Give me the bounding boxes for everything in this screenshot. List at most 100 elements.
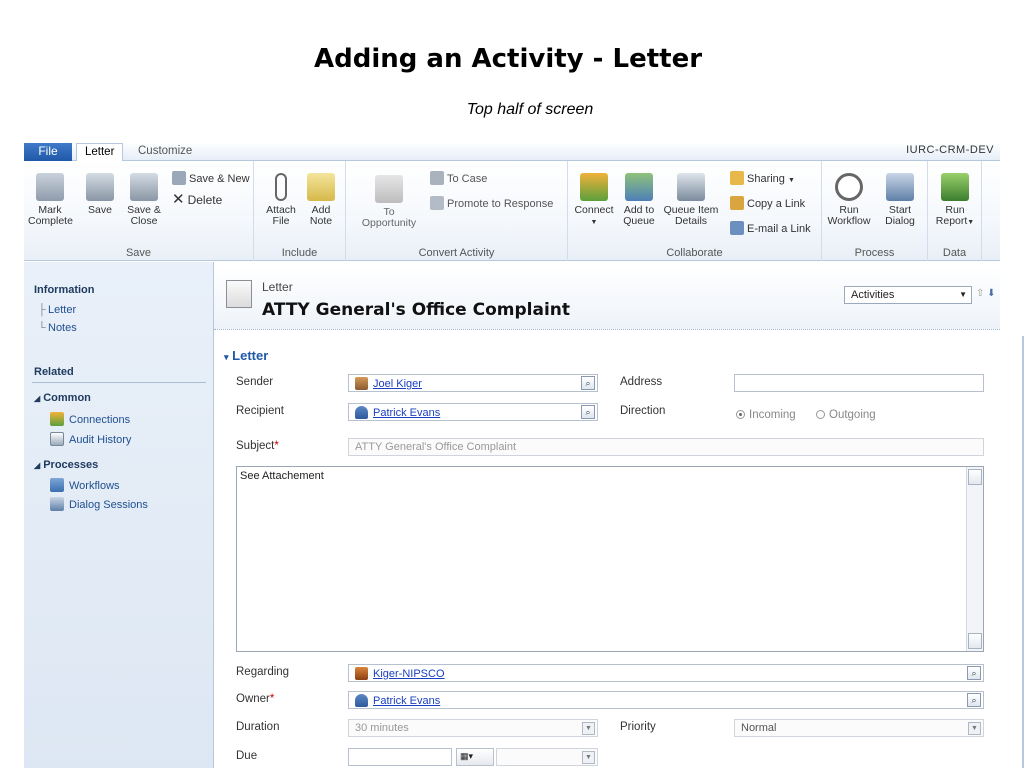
paperclip-icon <box>275 173 287 201</box>
record-nav-arrows[interactable]: ⇧ ⬇ <box>976 288 996 299</box>
scrollbar[interactable] <box>966 467 983 651</box>
required-asterisk: * <box>274 440 279 452</box>
case-icon <box>430 171 444 185</box>
description-textarea[interactable]: See Attachement <box>236 466 984 652</box>
sender-field[interactable]: Joel Kiger ⌕ <box>348 374 598 392</box>
org-name: IURC-CRM-DEV <box>906 144 994 156</box>
save-new-button[interactable]: Save & New <box>172 171 250 186</box>
copy-link-icon <box>730 196 744 210</box>
email-link-button[interactable]: E-mail a Link <box>730 221 811 236</box>
owner-label: Owner* <box>236 693 275 705</box>
workflows-icon <box>50 478 64 492</box>
nav-processes-heading[interactable]: ◢ Processes <box>34 459 98 471</box>
address-input[interactable] <box>734 374 984 392</box>
tab-customize[interactable]: Customize <box>130 143 200 161</box>
entity-type-label: Letter <box>262 280 293 294</box>
lookup-icon[interactable]: ⌕ <box>581 405 595 419</box>
record-title: ATTY General's Office Complaint <box>262 300 571 320</box>
add-note-icon <box>307 173 335 201</box>
run-workflow-button[interactable]: Run Workflow <box>824 173 874 227</box>
tab-letter[interactable]: Letter <box>76 143 124 162</box>
delete-button[interactable]: ✕ Delete <box>172 191 222 208</box>
audit-history-icon <box>50 432 64 446</box>
copy-link-button[interactable]: Copy a Link <box>730 196 805 211</box>
sharing-icon <box>730 171 744 185</box>
nav-related-heading: Related <box>34 366 74 378</box>
subject-label: Subject* <box>236 440 279 452</box>
required-asterisk: * <box>269 693 275 705</box>
scroll-down-icon[interactable] <box>968 633 982 649</box>
promote-to-response-button[interactable]: Promote to Response <box>430 196 553 211</box>
lookup-icon[interactable]: ⌕ <box>967 666 981 680</box>
add-to-queue-button[interactable]: Add to Queue <box>618 173 660 227</box>
contact-card-icon <box>355 377 368 390</box>
form-main: Letter ATTY General's Office Complaint A… <box>214 262 1000 768</box>
owner-field[interactable]: Patrick Evans ⌕ <box>348 691 984 709</box>
arrow-down-icon[interactable]: ⬇ <box>987 288 995 299</box>
regarding-field[interactable]: Kiger-NIPSCO ⌕ <box>348 664 984 682</box>
add-queue-icon <box>625 173 653 201</box>
process-group-label: Process <box>854 247 895 259</box>
attach-file-button[interactable]: Attach File <box>264 173 298 227</box>
dialog-icon <box>886 173 914 201</box>
delete-x-icon: ✕ <box>172 191 185 208</box>
due-time-select[interactable]: ▼ <box>496 748 598 766</box>
collaborate-group-label: Collaborate <box>666 247 723 259</box>
nav-item-connections[interactable]: Connections <box>50 412 130 426</box>
include-group: Attach File Add Note Include <box>254 161 346 261</box>
connect-button[interactable]: Connect ▼ <box>572 173 616 228</box>
mark-complete-button[interactable]: Mark Complete <box>28 173 73 227</box>
nav-item-workflows[interactable]: Workflows <box>50 478 120 492</box>
priority-label: Priority <box>620 721 656 733</box>
dialog-sessions-icon <box>50 497 64 511</box>
data-group: Run Report▼ Data <box>928 161 982 261</box>
lookup-icon[interactable]: ⌕ <box>581 376 595 390</box>
scroll-up-icon[interactable] <box>968 469 982 485</box>
view-select[interactable]: Activities ▼ <box>844 286 972 304</box>
regarding-label: Regarding <box>236 666 290 678</box>
nav-item-letter[interactable]: Letter <box>48 304 76 316</box>
data-group-label: Data <box>942 247 967 259</box>
convert-activity-group: To Opportunity To Case Promote to Respon… <box>346 161 568 261</box>
user-icon <box>355 406 368 419</box>
report-dropdown-icon: ▼ <box>967 219 975 226</box>
priority-select[interactable]: Normal ▼ <box>734 719 984 737</box>
to-case-button[interactable]: To Case <box>430 171 487 186</box>
form-header: Letter ATTY General's Office Complaint A… <box>214 266 1000 330</box>
direction-incoming-radio[interactable]: Incoming <box>736 409 796 421</box>
start-dialog-button[interactable]: Start Dialog <box>876 173 924 227</box>
save-close-button[interactable]: Save & Close <box>124 173 164 227</box>
connections-icon <box>50 412 64 426</box>
nav-item-dialog-sessions[interactable]: Dialog Sessions <box>50 497 148 511</box>
recipient-field[interactable]: Patrick Evans ⌕ <box>348 403 598 421</box>
duration-select[interactable]: 30 minutes ▼ <box>348 719 598 737</box>
due-date-input[interactable] <box>348 748 452 766</box>
nav-item-notes[interactable]: Notes <box>48 322 77 334</box>
case-folder-icon <box>355 667 368 680</box>
queue-item-details-button[interactable]: Queue Item Details <box>662 173 720 227</box>
nav-common-heading[interactable]: ◢ Common <box>34 392 91 404</box>
user-icon <box>355 694 368 707</box>
subject-input[interactable]: ATTY General's Office Complaint <box>348 438 984 456</box>
lookup-icon[interactable]: ⌕ <box>967 693 981 707</box>
due-label: Due <box>236 750 258 762</box>
nav-item-audit-history[interactable]: Audit History <box>50 432 131 446</box>
calendar-picker-button[interactable]: ▦▾ <box>456 748 494 766</box>
save-group-label: Save <box>125 247 152 259</box>
arrow-up-icon[interactable]: ⇧ <box>976 288 984 299</box>
include-group-label: Include <box>281 247 318 259</box>
section-letter-heading[interactable]: ▾ Letter <box>224 348 268 363</box>
run-report-button[interactable]: Run Report▼ <box>932 173 978 228</box>
collapse-triangle-icon: ◢ <box>34 394 41 403</box>
save-button[interactable]: Save <box>82 173 118 216</box>
to-opportunity-button[interactable]: To Opportunity <box>354 175 424 229</box>
tab-file[interactable]: File <box>24 143 72 161</box>
direction-outgoing-radio[interactable]: Outgoing <box>816 409 876 421</box>
radio-selected-icon <box>736 410 745 419</box>
sharing-button[interactable]: Sharing ▼ <box>730 171 795 188</box>
slide-subtitle: Top half of screen <box>466 101 594 118</box>
add-note-button[interactable]: Add Note <box>304 173 338 227</box>
collapse-triangle-icon: ◢ <box>34 461 41 470</box>
ribbon: Mark Complete Save Save & Close Save & N… <box>24 161 1000 261</box>
save-group: Mark Complete Save Save & Close Save & N… <box>24 161 254 261</box>
